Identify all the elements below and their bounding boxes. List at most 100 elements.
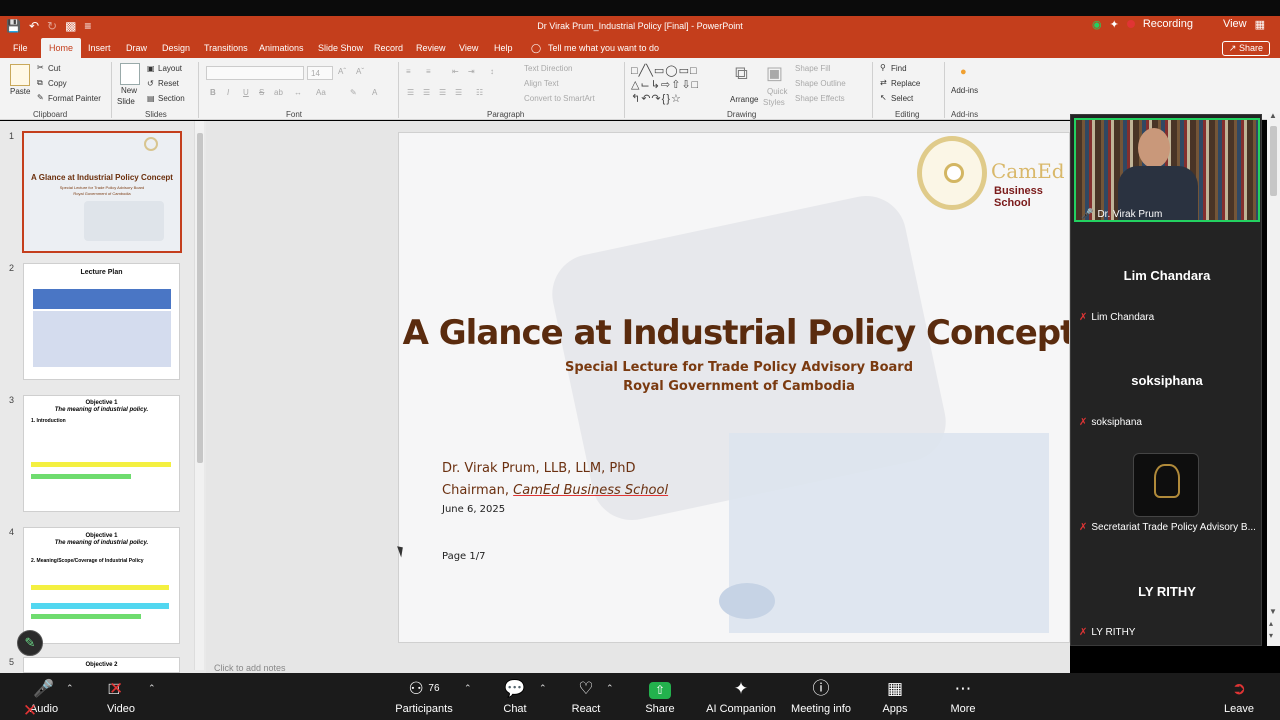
share-button[interactable]: ↗ Share — [1221, 41, 1270, 56]
find-icon[interactable]: ⚲ — [880, 63, 886, 72]
slide-thumbnail-5[interactable]: Objective 2 — [23, 657, 180, 673]
chat-chevron-icon[interactable]: ⌃ — [539, 683, 547, 694]
slide-page-number[interactable]: Page 1/7 — [442, 551, 485, 562]
quick-styles-button-line2[interactable]: Styles — [763, 98, 785, 107]
more-button[interactable]: ⋯ More — [947, 678, 979, 715]
slide-thumbnail-2[interactable]: Lecture Plan — [23, 263, 180, 380]
react-chevron-icon[interactable]: ⌃ — [606, 683, 614, 694]
leave-button[interactable]: ➲ Leave — [1223, 678, 1255, 715]
cut-button[interactable]: Cut — [48, 64, 60, 73]
reset-icon[interactable]: ↺ — [147, 79, 154, 88]
tell-me-search[interactable]: Tell me what you want to do — [548, 43, 659, 53]
copy-icon[interactable]: ⧉ — [37, 78, 43, 88]
slide-thumbnail-1[interactable]: A Glance at Industrial Policy Concept Sp… — [22, 131, 182, 253]
tab-record[interactable]: Record — [374, 43, 403, 53]
align-left-icon[interactable]: ☰ — [407, 88, 414, 97]
prev-slide-icon[interactable]: ▴ — [1269, 619, 1273, 628]
shapes-gallery[interactable]: □╱╲▭◯▭□ △⌙↳⇨⇧⇩□ ↰↶↷{}☆ — [631, 64, 715, 106]
quick-styles-icon[interactable]: ▣ — [766, 63, 783, 84]
shape-effects-button[interactable]: Shape Effects — [795, 94, 845, 103]
tab-insert[interactable]: Insert — [88, 43, 111, 53]
participant-tile-name[interactable]: soksiphana — [1071, 373, 1263, 388]
participants-chevron-icon[interactable]: ⌃ — [464, 683, 472, 694]
participant-tile-name[interactable]: Lim Chandara — [1071, 268, 1263, 283]
recording-label[interactable]: Recording — [1143, 18, 1193, 30]
scroll-up-icon[interactable]: ▲ — [1269, 111, 1277, 120]
outdent-icon[interactable]: ⇥ — [468, 67, 475, 76]
font-family-box[interactable] — [206, 66, 304, 80]
slide-thumbnail-4[interactable]: Objective 1 The meaning of industrial po… — [23, 527, 180, 644]
line-spacing-icon[interactable]: ↕ — [490, 67, 494, 76]
slide-thumbnail-3[interactable]: Objective 1 The meaning of industrial po… — [23, 395, 180, 512]
active-speaker-tile[interactable]: 🎤 Dr. Virak Prum — [1074, 118, 1260, 222]
highlight-icon[interactable]: ✎ — [350, 88, 357, 97]
tab-transitions[interactable]: Transitions — [204, 43, 248, 53]
participants-button[interactable]: ⚇ 76 Participants — [394, 678, 454, 715]
audio-options-chevron-icon[interactable]: ⌃ — [66, 683, 74, 694]
arrange-button[interactable]: Arrange — [730, 95, 758, 104]
cut-icon[interactable]: ✂ — [37, 63, 44, 72]
bold-button[interactable]: B — [210, 88, 216, 97]
slide-role[interactable]: Chairman, CamEd Business School — [442, 483, 668, 498]
quick-styles-button[interactable]: Quick — [767, 87, 787, 96]
thumbnails-scrollbar[interactable] — [194, 121, 204, 670]
format-painter-button[interactable]: Format Painter — [48, 94, 101, 103]
view-label[interactable]: View — [1223, 18, 1247, 30]
ai-companion-button[interactable]: ✦ AI Companion — [706, 678, 776, 715]
font-color-icon[interactable]: A — [372, 88, 377, 97]
italic-button[interactable]: I — [227, 88, 229, 97]
arrange-icon[interactable]: ⧉ — [735, 63, 748, 84]
strikethrough-button[interactable]: S — [259, 88, 264, 97]
bullets-icon[interactable]: ≡ — [406, 67, 411, 76]
underline-button[interactable]: U — [243, 88, 249, 97]
new-slide-button-line2[interactable]: Slide — [117, 97, 135, 106]
scrollbar-thumb[interactable] — [1270, 126, 1277, 196]
section-icon[interactable]: ▤ — [147, 94, 155, 103]
replace-button[interactable]: Replace — [891, 79, 920, 88]
layout-button[interactable]: Layout — [158, 64, 182, 73]
shape-outline-button[interactable]: Shape Outline — [795, 79, 846, 88]
select-icon[interactable]: ↖ — [880, 93, 887, 102]
copy-button[interactable]: Copy — [48, 79, 67, 88]
shrink-font-icon[interactable]: Aˇ — [356, 67, 364, 76]
slide-1[interactable]: CamEd Business School A Glance at Indust… — [398, 132, 1070, 643]
tab-view[interactable]: View — [459, 43, 478, 53]
find-button[interactable]: Find — [891, 64, 907, 73]
slide-subtitle-2[interactable]: Royal Government of Cambodia — [399, 379, 1069, 394]
indent-icon[interactable]: ⇤ — [452, 67, 459, 76]
new-slide-icon[interactable] — [120, 63, 140, 85]
tab-draw[interactable]: Draw — [126, 43, 147, 53]
next-slide-icon[interactable]: ▾ — [1269, 631, 1273, 640]
replace-icon[interactable]: ⇄ — [880, 78, 887, 87]
shape-fill-button[interactable]: Shape Fill — [795, 64, 831, 73]
audio-button[interactable]: 🎤✕ Audio — [23, 678, 59, 720]
participant-tile-name[interactable]: LY RITHY — [1071, 584, 1263, 599]
new-slide-button[interactable]: New — [121, 86, 137, 95]
tab-home[interactable]: Home — [41, 38, 82, 58]
slide-subtitle-1[interactable]: Special Lecture for Trade Policy Advisor… — [399, 360, 1069, 375]
format-painter-icon[interactable]: ✎ — [37, 93, 44, 102]
apps-button[interactable]: ▦ Apps — [880, 678, 910, 715]
grow-font-icon[interactable]: Aˆ — [338, 67, 346, 76]
share-screen-button[interactable]: ⇧ Share — [643, 678, 677, 715]
layout-icon[interactable]: ▣ — [147, 64, 155, 73]
justify-icon[interactable]: ☰ — [455, 88, 462, 97]
grid-view-icon[interactable]: ▦ — [1255, 18, 1265, 31]
numbering-icon[interactable]: ≡ — [426, 67, 431, 76]
scrollbar-thumb[interactable] — [197, 133, 203, 463]
align-right-icon[interactable]: ☰ — [439, 88, 446, 97]
addins-icon[interactable]: ● — [960, 66, 967, 78]
video-options-chevron-icon[interactable]: ⌃ — [148, 683, 156, 694]
paste-button[interactable]: Paste — [10, 87, 30, 96]
paste-icon[interactable] — [10, 64, 30, 86]
tab-design[interactable]: Design — [162, 43, 190, 53]
font-size-box[interactable]: 14 — [307, 66, 333, 80]
tab-help[interactable]: Help — [494, 43, 513, 53]
notes-placeholder[interactable]: Click to add notes — [214, 663, 286, 673]
columns-icon[interactable]: ☷ — [476, 88, 483, 97]
trade-policy-board-logo[interactable] — [1133, 453, 1199, 517]
align-center-icon[interactable]: ☰ — [423, 88, 430, 97]
reset-button[interactable]: Reset — [158, 79, 179, 88]
text-direction-button[interactable]: Text Direction — [524, 64, 572, 73]
tab-animations[interactable]: Animations — [259, 43, 304, 53]
